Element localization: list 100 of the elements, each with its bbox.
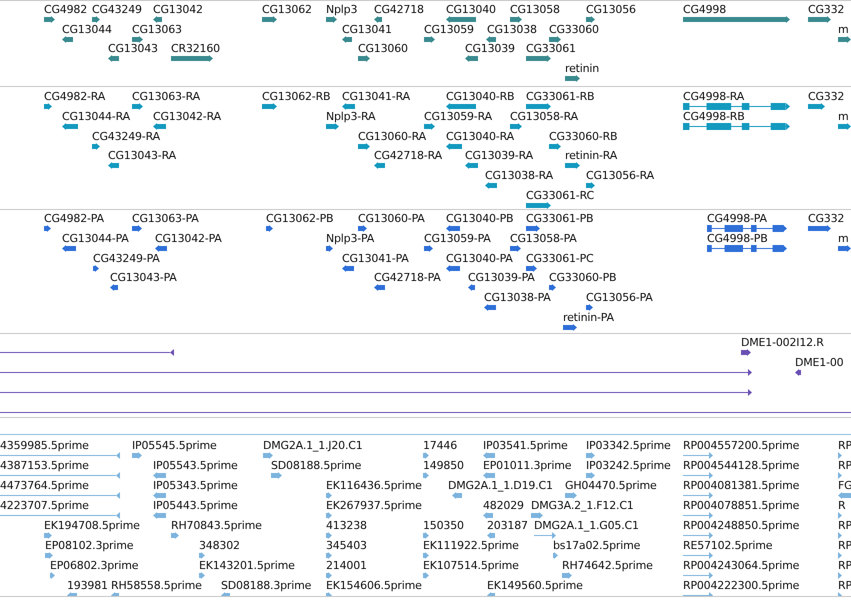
feature-glyph[interactable] (510, 122, 522, 130)
feature-glyph[interactable] (262, 103, 277, 110)
feature-glyph[interactable] (262, 16, 277, 23)
feature-glyph[interactable] (110, 284, 118, 292)
feature-glyph[interactable] (586, 304, 593, 312)
feature-glyph[interactable] (795, 369, 801, 376)
feature-glyph[interactable] (153, 16, 162, 23)
feature-label: IP05343.5prime (153, 479, 238, 492)
feature-label: 214001 (326, 559, 367, 572)
feature-glyph[interactable] (374, 16, 382, 23)
feature-glyph[interactable] (549, 284, 556, 292)
feature-glyph[interactable] (446, 264, 460, 272)
feature-glyph[interactable] (44, 16, 55, 23)
feature-glyph[interactable] (446, 142, 462, 150)
feature-glyph[interactable] (108, 162, 119, 170)
feature-glyph[interactable] (0, 349, 174, 356)
feature-glyph[interactable] (155, 244, 167, 252)
feature-glyph[interactable] (465, 55, 478, 62)
feature-glyph[interactable] (0, 409, 851, 416)
feature-glyph[interactable] (526, 264, 537, 272)
feature-glyph[interactable] (374, 162, 385, 170)
feature-glyph[interactable] (484, 304, 496, 312)
feature-label: EK194708.5prime (44, 519, 140, 532)
feature-glyph[interactable] (838, 122, 851, 130)
feature-glyph[interactable] (549, 36, 561, 42)
feature-glyph[interactable] (132, 225, 142, 232)
feature-glyph[interactable] (683, 122, 790, 130)
feature-glyph[interactable] (446, 16, 476, 23)
feature-label: CG13063-PA (132, 212, 199, 225)
feature-glyph[interactable] (465, 162, 478, 170)
feature-label: CG4998-RB (683, 110, 745, 123)
feature-glyph[interactable] (808, 16, 831, 23)
feature-glyph[interactable] (44, 225, 51, 232)
feature-glyph[interactable] (326, 16, 337, 23)
feature-glyph[interactable] (510, 244, 521, 252)
feature-label: CG332 (808, 90, 844, 103)
feature-glyph[interactable] (808, 103, 825, 110)
feature-glyph[interactable] (44, 103, 52, 110)
feature-glyph[interactable] (808, 225, 831, 232)
feature-glyph[interactable] (342, 103, 355, 110)
feature-glyph[interactable] (565, 74, 580, 82)
feature-glyph[interactable] (62, 244, 76, 252)
feature-glyph[interactable] (526, 225, 540, 232)
feature-glyph[interactable] (132, 36, 143, 42)
feature-glyph[interactable] (424, 36, 435, 42)
feature-glyph[interactable] (153, 122, 166, 130)
feature-glyph[interactable] (266, 225, 273, 232)
feature-label: CG4998 (683, 3, 726, 16)
feature-label: RE57102.5prime (683, 539, 772, 552)
feature-label: RP004243064.5prime (683, 559, 800, 572)
feature-glyph[interactable] (741, 349, 751, 356)
feature-glyph[interactable] (358, 142, 370, 150)
feature-glyph[interactable] (707, 244, 787, 252)
feature-glyph[interactable] (108, 55, 119, 62)
feature-label: CG4982 (44, 3, 87, 16)
feature-label: 413238 (326, 519, 367, 532)
feature-glyph[interactable] (486, 36, 496, 42)
feature-glyph[interactable] (93, 264, 99, 272)
feature-glyph[interactable] (326, 244, 333, 252)
feature-glyph[interactable] (707, 225, 787, 232)
feature-glyph[interactable] (326, 122, 339, 130)
feature-glyph[interactable] (838, 36, 851, 42)
feature-glyph[interactable] (358, 225, 367, 232)
feature-glyph[interactable] (171, 55, 213, 62)
feature-label: CG13040-RB (446, 90, 514, 103)
feature-glyph[interactable] (526, 103, 551, 110)
feature-glyph[interactable] (446, 103, 476, 110)
feature-glyph[interactable] (374, 284, 385, 292)
feature-glyph[interactable] (92, 142, 100, 150)
feature-glyph[interactable] (62, 122, 78, 130)
feature-glyph[interactable] (342, 264, 354, 272)
feature-glyph[interactable] (0, 389, 752, 396)
feature-glyph[interactable] (526, 55, 551, 62)
feature-label: bs17a02.5prime (553, 539, 640, 552)
feature-glyph[interactable] (92, 16, 100, 23)
feature-glyph[interactable] (358, 55, 370, 62)
feature-glyph[interactable] (342, 36, 352, 42)
feature-label: CG13041-RA (342, 90, 410, 103)
feature-label: EK116436.5prime (326, 479, 422, 492)
feature-glyph[interactable] (424, 244, 433, 252)
feature-glyph[interactable] (132, 103, 143, 110)
feature-label: CG13059-RA (424, 110, 492, 123)
feature-glyph[interactable] (586, 16, 595, 23)
feature-glyph[interactable] (510, 16, 522, 23)
feature-glyph[interactable] (838, 244, 851, 252)
feature-glyph[interactable] (683, 16, 790, 23)
feature-glyph[interactable] (62, 36, 73, 42)
feature-glyph[interactable] (468, 284, 475, 292)
feature-label: m (838, 232, 849, 245)
feature-glyph[interactable] (549, 142, 561, 150)
feature-glyph[interactable] (485, 182, 497, 190)
feature-glyph[interactable] (586, 182, 595, 190)
feature-glyph[interactable] (563, 324, 577, 331)
feature-glyph[interactable] (424, 122, 435, 130)
feature-glyph[interactable] (0, 369, 752, 376)
feature-glyph[interactable] (565, 162, 580, 170)
feature-glyph[interactable] (526, 202, 551, 209)
feature-glyph[interactable] (683, 103, 790, 110)
feature-label: CG13063 (132, 22, 182, 36)
feature-glyph[interactable] (446, 225, 460, 232)
